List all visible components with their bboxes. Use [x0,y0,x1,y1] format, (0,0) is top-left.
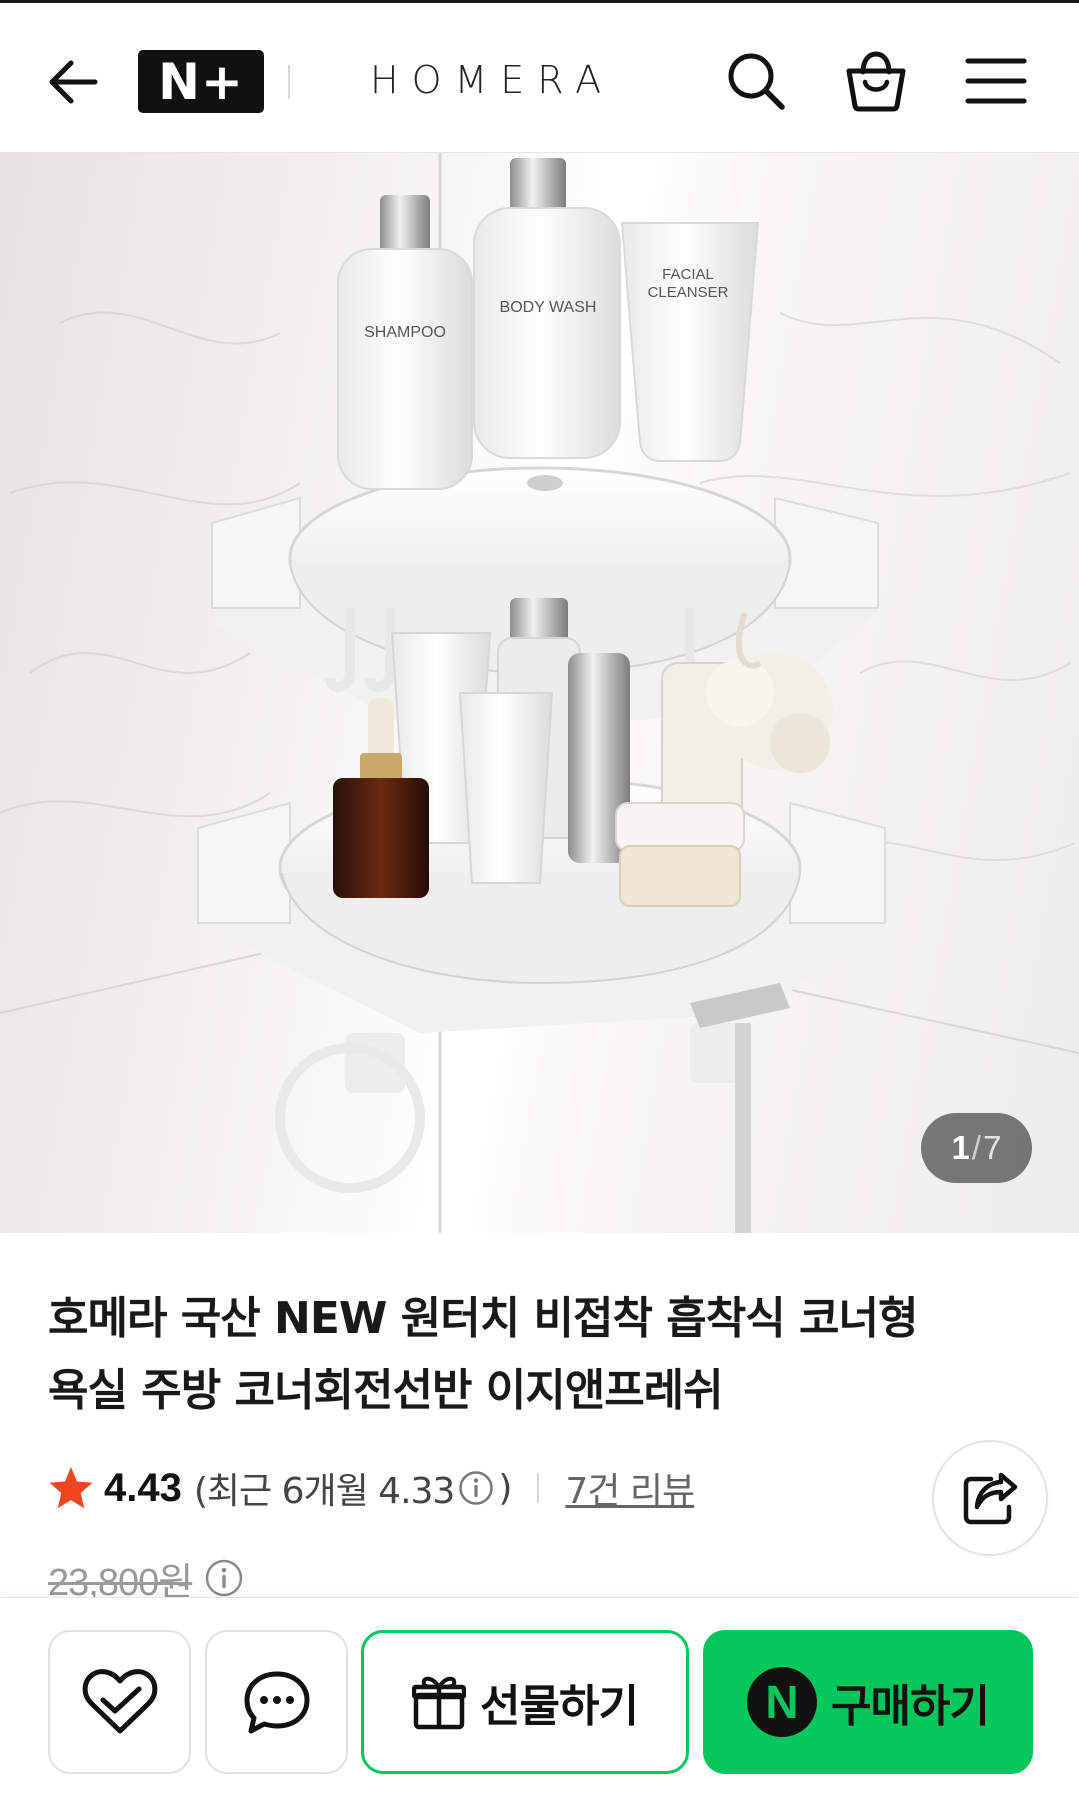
image-page-indicator: 1 / 7 [921,1113,1032,1183]
buy-button-label: 구매하기 [831,1681,990,1732]
top-navigation-bar: N+ HOMERA [0,0,1079,153]
hamburger-menu-icon [965,58,1027,104]
bottom-action-bar: 선물하기 N 구매하기 [0,1597,1079,1797]
search-icon [728,53,785,110]
product-title-line2: 욕실 주방 코너회전선반 이지앤프레쉬 [48,1365,724,1416]
facial-label-line1: FACIAL [662,266,714,283]
gift-icon [412,1676,467,1730]
product-title-line1: 호메라 국산 NEW 원터치 비접착 흡착식 코너형 [48,1293,918,1344]
star-icon [49,1467,93,1509]
brand-name[interactable]: HOMERA [370,58,610,108]
header-divider [288,65,290,99]
talk-talk-chat-button[interactable] [205,1630,348,1774]
info-icon[interactable] [458,1470,494,1506]
total-image-count: 7 [983,1129,1002,1166]
gift-button[interactable]: 선물하기 [361,1630,689,1774]
chat-bubble-icon [244,1671,309,1734]
back-arrow-icon [49,60,98,104]
back-button[interactable] [38,47,108,117]
share-icon [963,1472,1018,1525]
search-button[interactable] [718,43,794,119]
product-image-carousel[interactable]: SHAMPOO BODY WASH FACIAL CLEANSER 1 / 7 [0,153,1079,1233]
recent-rating: (최근 6개월 4.33 ) [193,1462,513,1514]
facial-label-line2: CLEANSER [648,284,729,301]
review-count-link[interactable]: 7건 리뷰 [565,1462,695,1514]
heart-check-icon [82,1669,157,1734]
current-image-number: 1 [951,1129,970,1166]
body-wash-label: BODY WASH [500,299,597,316]
buy-button[interactable]: N 구매하기 [703,1630,1033,1774]
product-photo: SHAMPOO BODY WASH FACIAL CLEANSER [0,153,1079,1233]
rating-divider [537,1473,540,1503]
shampoo-label: SHAMPOO [364,324,446,341]
shopping-bag-button[interactable] [838,43,914,119]
price-info-icon[interactable] [204,1558,244,1598]
rating-score: 4.43 [104,1465,182,1510]
wishlist-button[interactable] [48,1630,191,1774]
rating-row: 4.43 (최근 6개월 4.33 ) 7건 리뷰 [48,1462,695,1514]
gift-button-label: 선물하기 [480,1681,639,1732]
share-button[interactable] [932,1440,1048,1556]
image-counter-separator: / [971,1129,982,1166]
naver-pay-badge: N [747,1667,818,1737]
naver-plus-store-logo[interactable]: N+ [138,50,264,113]
shopping-bag-icon [846,51,906,112]
recent-rating-close: ) [498,1467,512,1509]
menu-button[interactable] [958,43,1034,119]
recent-rating-text: (최근 6개월 4.33 [193,1471,455,1512]
product-title: 호메라 국산 NEW 원터치 비접착 흡착식 코너형 욕실 주방 코너회전선반 … [48,1283,1008,1427]
